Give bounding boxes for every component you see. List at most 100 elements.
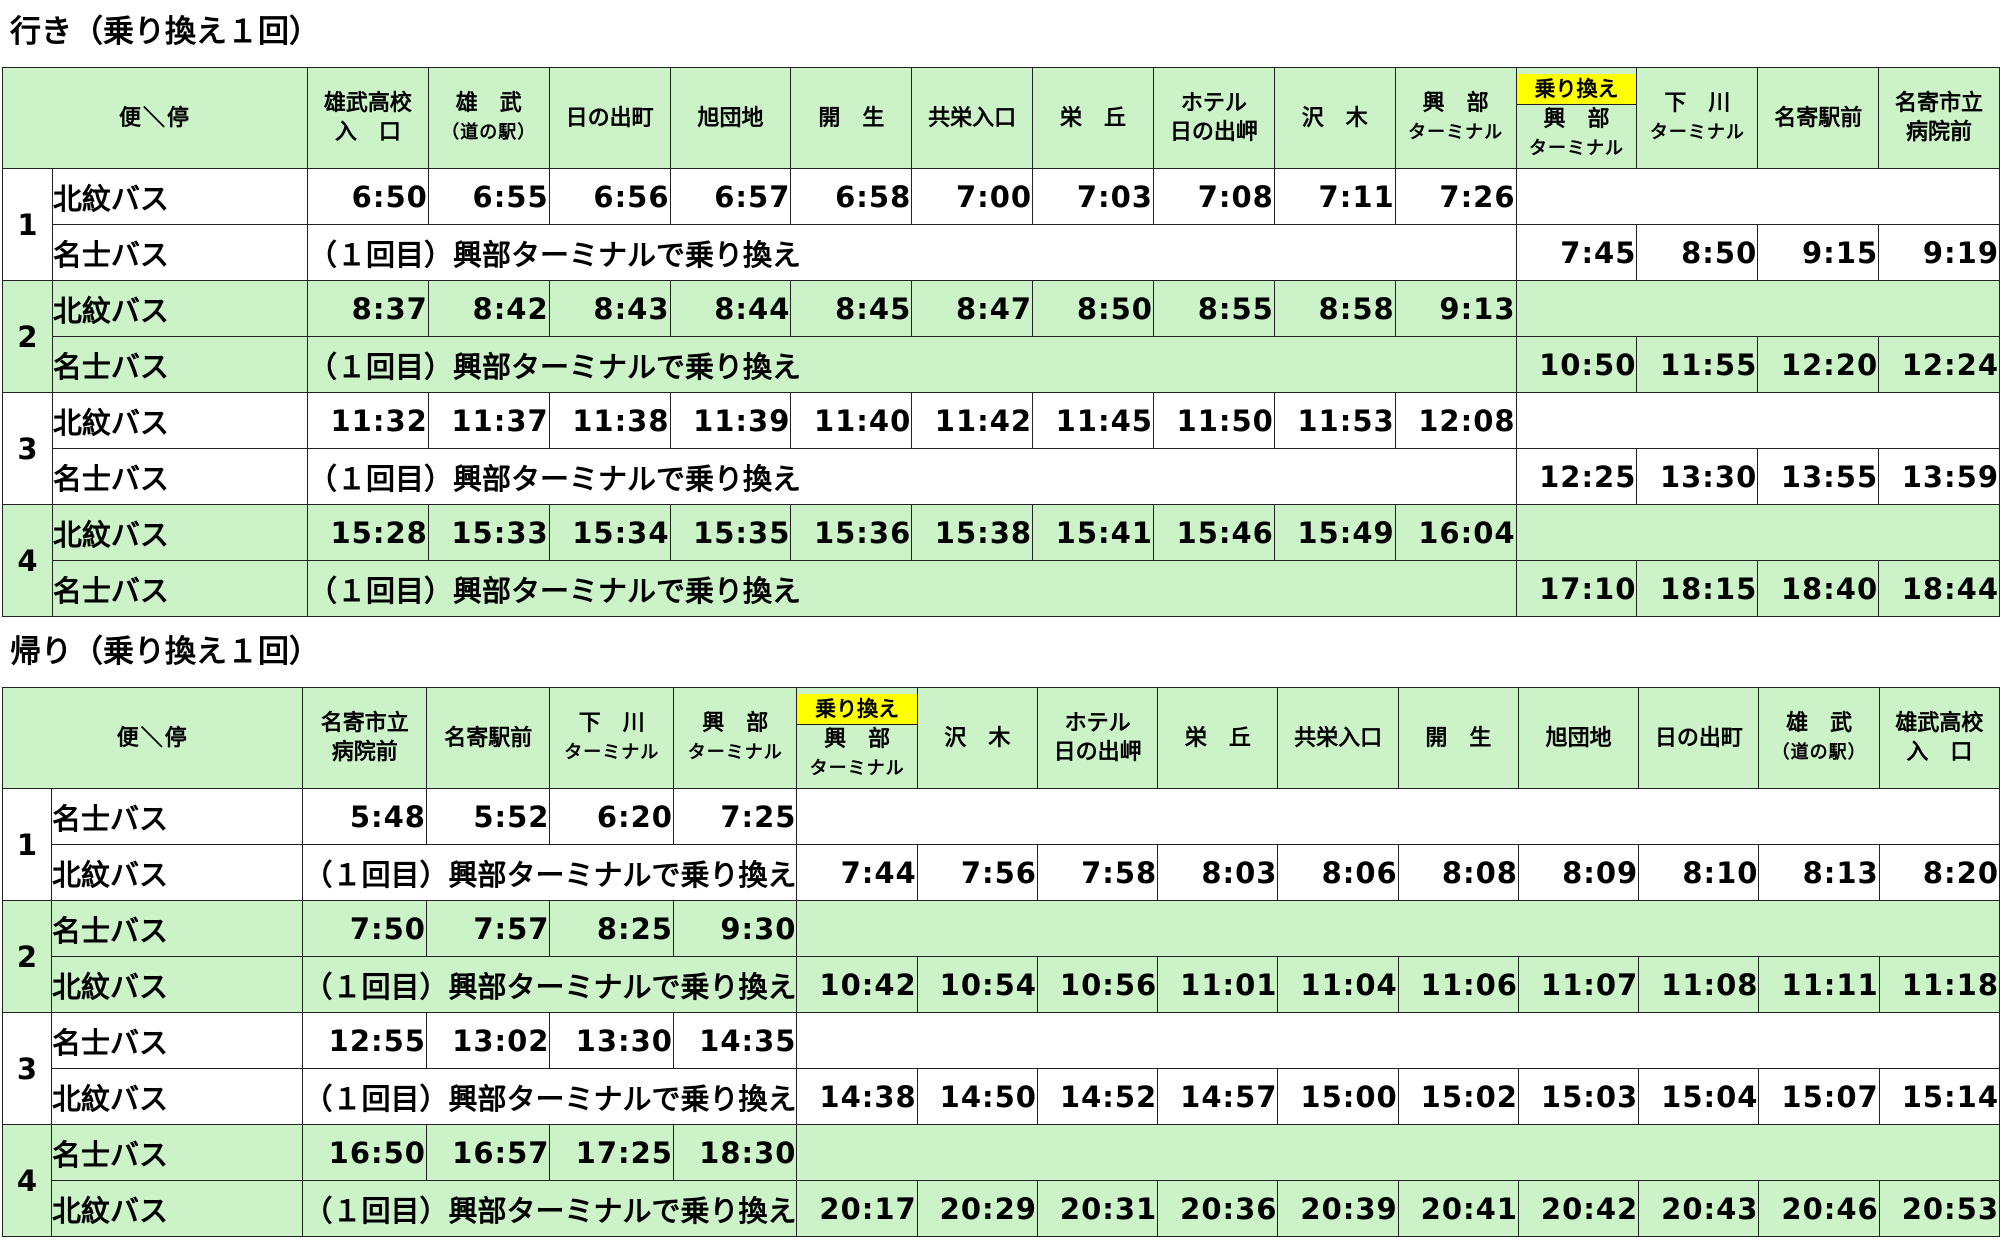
operator-name: 北紋バス [51, 280, 308, 337]
time-cell: 5:48 [302, 788, 427, 845]
time-cell: 15:35 [669, 504, 792, 561]
transfer-badge: 乗り換え [1517, 73, 1636, 105]
time-cell: 6:56 [548, 168, 671, 225]
time-cell: 20:43 [1638, 1180, 1760, 1237]
time-cell: 20:53 [1878, 1180, 2000, 1237]
transfer-note: （１回目）興部ターミナルで乗り換え [306, 560, 1517, 617]
operator-name: 名士バス [51, 1012, 304, 1069]
time-cell: 8:55 [1152, 280, 1275, 337]
time-cell: 10:54 [916, 956, 1038, 1013]
time-cell: 10:50 [1515, 336, 1638, 393]
return-body: 便＼停 名寄市立 病院前 名寄駅前下 川ターミナル興 部ターミナル 乗り換え興 部ターミ… [1, 687, 2000, 1237]
time-cell: 8:45 [790, 280, 913, 337]
time-cell: 11:11 [1758, 956, 1880, 1013]
time-cell: 8:10 [1638, 844, 1760, 901]
time-cell: 14:57 [1157, 1068, 1279, 1125]
table-row: 北紋バス （１回目）興部ターミナルで乗り換え 14:38 14:50 14:52 14:5… [3, 1068, 2000, 1125]
time-cell: 13:55 [1757, 448, 1880, 505]
time-cell: 12:24 [1878, 336, 2000, 393]
time-cell: 8:13 [1758, 844, 1880, 901]
stop-header: 下 川ターミナル [549, 687, 674, 789]
table-row: 北紋バス （１回目）興部ターミナルで乗り換え 20:17 20:29 20:31 20:3… [3, 1180, 2000, 1237]
operator-name: 名士バス [51, 900, 304, 957]
time-cell: 8:20 [1878, 844, 2000, 901]
stop-name-line: 名寄市立 [320, 711, 409, 736]
stop-name-line: 下 川 [1664, 91, 1731, 116]
time-cell: 7:44 [796, 844, 918, 901]
time-cell: 7:11 [1273, 168, 1396, 225]
time-cell: 15:33 [427, 504, 550, 561]
time-cell: 20:29 [916, 1180, 1038, 1237]
table-row: 北紋バス （１回目）興部ターミナルで乗り換え 7:44 7:56 7:58 8:03 8:0… [3, 844, 2000, 901]
table-row: 4 名士バス 16:50 16:57 17:25 18:30 [1, 1124, 2000, 1237]
operator-name: 北紋バス [51, 168, 308, 225]
stop-name-line: 病院前 [331, 740, 398, 765]
time-cell: 6:55 [427, 168, 550, 225]
stop-name-line: 名寄市立 [1895, 91, 1984, 116]
time-cell: 7:08 [1152, 168, 1275, 225]
return-title: 帰り（乗り換え１回） [10, 634, 320, 670]
stop-name-line: 沢 木 [944, 725, 1011, 751]
stop-header: 共栄入口 [911, 67, 1034, 169]
stop-header: 沢 木 [1273, 67, 1396, 169]
time-cell: 15:00 [1277, 1068, 1399, 1125]
stop-name-line: 興 部 [1543, 106, 1610, 132]
stop-name-line: 日の出岬 [1053, 740, 1142, 765]
time-cell: 11:04 [1277, 956, 1399, 1013]
time-cell: 7:00 [911, 168, 1034, 225]
time-cell: 11:08 [1638, 956, 1760, 1013]
stop-name-line: ターミナル [687, 742, 783, 763]
stop-header: 興 部ターミナル [1394, 67, 1517, 169]
time-cell: 6:50 [306, 168, 429, 225]
time-cell: 20:42 [1517, 1180, 1640, 1237]
stop-header: 名寄市立 病院前 [1878, 67, 2000, 169]
stop-header: 雄 武 （道の駅） [1758, 687, 1880, 789]
time-cell: 8:37 [306, 280, 429, 337]
time-cell: 14:52 [1036, 1068, 1159, 1125]
empty-cell [1515, 280, 2000, 337]
stop-name-line: ターミナル [1528, 137, 1624, 159]
stop-header: 日の出町 [548, 67, 671, 169]
table-row: 名士バス （１回目）興部ターミナルで乗り換え 12:25 13:30 13:55 13:5… [3, 448, 2000, 505]
transfer-note: （１回目）興部ターミナルで乗り換え [302, 844, 798, 901]
stop-header: ホテル 日の出岬 [1152, 67, 1275, 169]
trip-number: 2 [2, 280, 53, 393]
time-cell: 9:19 [1878, 224, 2000, 281]
transfer-note: （１回目）興部ターミナルで乗り換え [306, 336, 1517, 393]
stop-header: 雄武高校入 口 [1878, 687, 2000, 789]
table-row: 1 北紋バス 6:50 6:55 6:56 6:57 6:58 7:00 7:03 7:08 7:1… [2, 168, 2000, 281]
time-cell: 15:14 [1878, 1068, 2000, 1125]
time-cell: 15:41 [1032, 504, 1154, 561]
operator-name: 名士バス [51, 448, 308, 505]
time-cell: 5:52 [425, 788, 551, 845]
stop-name-line: 旭団地 [697, 105, 764, 131]
time-cell: 13:02 [425, 1012, 551, 1069]
stop-name-line: 栄 丘 [1184, 725, 1251, 751]
stop-name-line: 下 川 [578, 711, 645, 736]
time-cell: 15:04 [1638, 1068, 1760, 1125]
stop-header: 名寄駅前 [425, 687, 551, 789]
stop-header: ホテル 日の出岬 [1036, 687, 1159, 789]
time-cell: 14:50 [916, 1068, 1038, 1125]
time-cell: 7:57 [425, 900, 551, 957]
stop-name-line: ターミナル [809, 757, 905, 779]
operator-name: 北紋バス [51, 956, 304, 1013]
operator-name: 北紋バス [51, 504, 308, 561]
operator-name: 名士バス [51, 336, 308, 393]
time-cell: 8:43 [548, 280, 671, 337]
stop-header: 名寄市立 病院前 [302, 687, 427, 789]
time-cell: 7:26 [1394, 168, 1517, 225]
corner-label: 便＼停 [1, 687, 304, 789]
time-cell: 9:13 [1394, 280, 1517, 337]
empty-cell [796, 900, 2000, 957]
stop-name-line: 日の出町 [1654, 725, 1743, 751]
transfer-note: （１回目）興部ターミナルで乗り換え [302, 956, 798, 1013]
stop-header: 雄武高校入 口 [306, 67, 429, 169]
return-header-row: 便＼停 名寄市立 病院前 名寄駅前下 川ターミナル興 部ターミナル 乗り換え興 部ターミ… [1, 687, 2000, 789]
stop-name-line: （道の駅） [1771, 742, 1867, 763]
stop-name-line: 名寄駅前 [1774, 105, 1863, 131]
time-cell: 17:25 [549, 1124, 674, 1181]
stop-name-line: 興 部 [702, 711, 769, 736]
table-row: 2 名士バス 7:50 7:57 8:25 9:30 [1, 900, 2000, 1013]
stop-name-line: ターミナル [1408, 122, 1504, 143]
